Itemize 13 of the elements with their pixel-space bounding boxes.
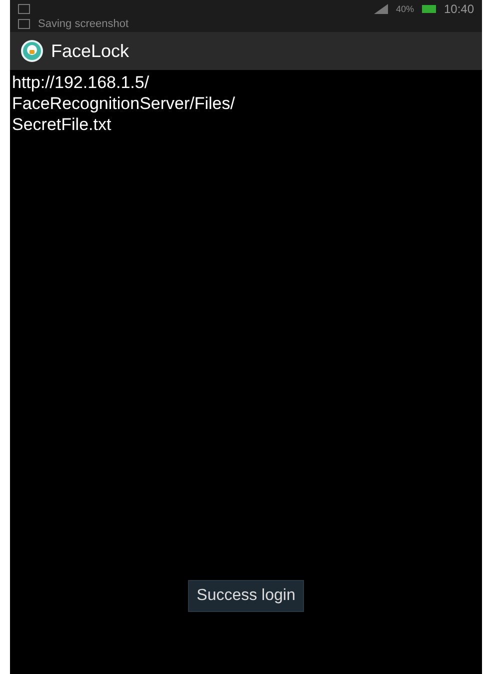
url-text: SecretFile.txt [12,114,112,135]
toast-message: Success login [188,580,304,612]
screenshot-icon [18,19,30,29]
notification-text: Saving screenshot [38,18,128,30]
url-text: FaceRecognitionServer/Files/ [12,93,236,114]
image-icon [18,4,30,14]
battery-percent: 40% [396,4,414,14]
app-icon [20,39,44,63]
app-title: FaceLock [51,40,130,62]
url-text: http://192.168.1.5/ [12,72,150,93]
signal-icon [374,4,388,14]
clock: 10:40 [444,3,474,15]
battery-icon [422,5,436,13]
